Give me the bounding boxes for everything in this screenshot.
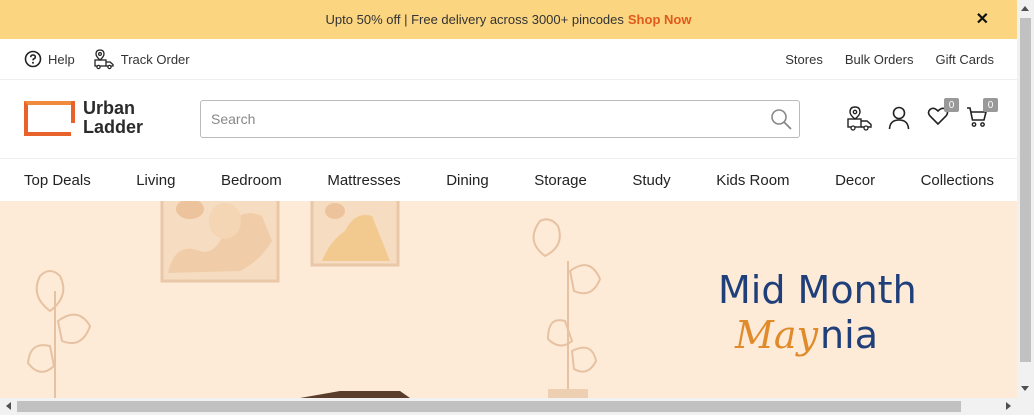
hero-subtitle: Maynia — [735, 313, 878, 357]
cart-button[interactable]: 0 — [966, 98, 998, 128]
nav-item-decor[interactable]: Decor — [835, 172, 875, 189]
vertical-scrollbar[interactable] — [1017, 0, 1034, 398]
search-box — [200, 100, 800, 138]
nav-item-dining[interactable]: Dining — [446, 172, 489, 189]
help-link[interactable]: Help — [24, 50, 75, 68]
nav-item-storage[interactable]: Storage — [534, 172, 587, 189]
stores-link[interactable]: Stores — [785, 52, 823, 67]
logo-line1: Urban — [83, 98, 136, 118]
close-icon[interactable]: ✕ — [976, 9, 989, 29]
horizontal-scrollbar[interactable] — [0, 398, 1034, 415]
search-icon[interactable] — [769, 107, 793, 131]
nav-item-mattresses[interactable]: Mattresses — [327, 172, 400, 189]
logo-mark — [24, 100, 75, 136]
promo-bar: Upto 50% off | Free delivery across 3000… — [0, 0, 1017, 39]
horizontal-scroll-thumb[interactable] — [17, 401, 961, 412]
scroll-left-arrow[interactable] — [6, 402, 11, 410]
logo[interactable]: Urban Ladder — [24, 99, 143, 137]
shop-now-link[interactable]: Shop Now — [628, 12, 692, 27]
scroll-down-arrow[interactable] — [1021, 386, 1029, 391]
nav-item-collections[interactable]: Collections — [921, 172, 994, 189]
logo-line2: Ladder — [83, 117, 144, 137]
promo-text: Upto 50% off | Free delivery across 3000… — [325, 12, 624, 27]
nav-item-bedroom[interactable]: Bedroom — [221, 172, 282, 189]
scroll-right-arrow[interactable] — [1006, 402, 1011, 410]
help-label: Help — [48, 51, 75, 67]
wishlist-button[interactable]: 0 — [927, 98, 959, 128]
category-nav: Top Deals Living Bedroom Mattresses Dini… — [0, 159, 1017, 201]
help-icon — [24, 50, 42, 68]
hero-subtitle-rest: nia — [820, 313, 878, 357]
search-input[interactable] — [201, 101, 741, 137]
vertical-scroll-thumb[interactable] — [1020, 18, 1031, 362]
account-icon[interactable] — [888, 106, 910, 130]
logo-text: Urban Ladder — [83, 99, 143, 137]
wishlist-count-badge: 0 — [944, 98, 959, 112]
nav-item-kids-room[interactable]: Kids Room — [716, 172, 789, 189]
cart-count-badge: 0 — [983, 98, 998, 112]
store-locator-icon[interactable] — [846, 106, 874, 132]
scroll-up-arrow[interactable] — [1021, 6, 1029, 11]
hero-subtitle-script: May — [735, 313, 819, 357]
hero-title: Mid Month — [718, 268, 917, 312]
nav-item-study[interactable]: Study — [632, 172, 670, 189]
nav-item-living[interactable]: Living — [136, 172, 175, 189]
track-order-link[interactable]: Track Order — [93, 48, 190, 70]
gift-cards-link[interactable]: Gift Cards — [935, 52, 994, 67]
main-header: Urban Ladder 0 0 — [0, 80, 1017, 159]
truck-location-icon — [94, 49, 114, 70]
utility-bar: Help Track Order Stores Bulk Orders Gift… — [0, 39, 1017, 80]
hero-banner[interactable]: Mid Month Maynia — [0, 201, 1017, 398]
nav-item-top-deals[interactable]: Top Deals — [24, 172, 91, 189]
track-order-label: Track Order — [120, 51, 190, 67]
bulk-orders-link[interactable]: Bulk Orders — [845, 52, 914, 67]
